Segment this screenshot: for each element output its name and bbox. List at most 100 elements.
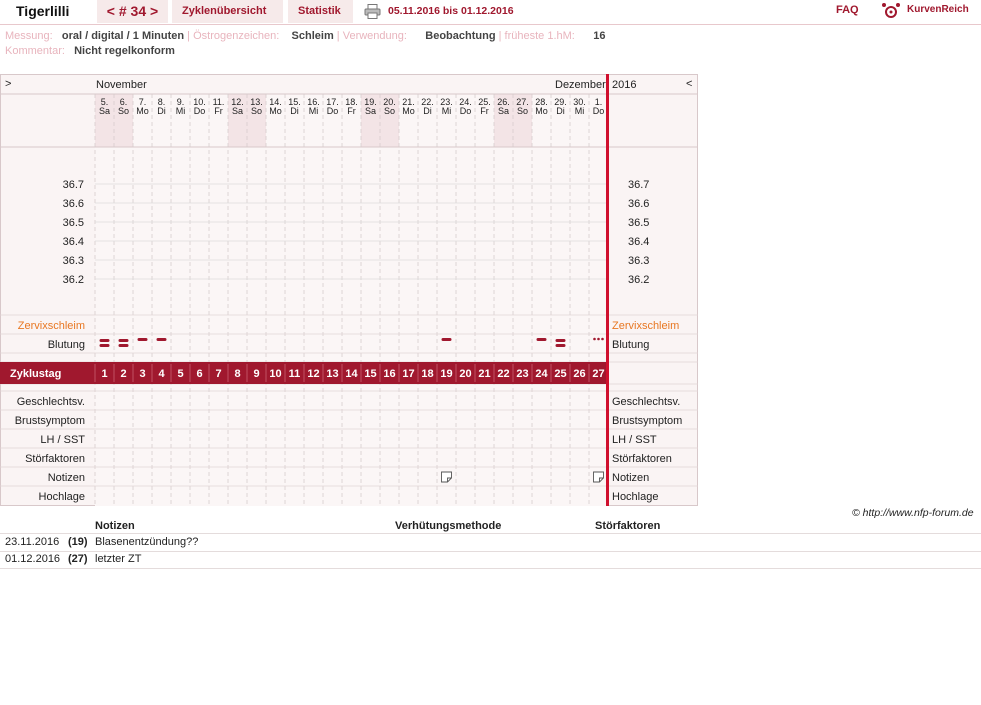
row-label-blutung-left: Blutung	[48, 339, 85, 351]
tab-statistik[interactable]: Statistik	[288, 0, 353, 23]
note-cycle-day: (19)	[68, 536, 88, 548]
weekday-label: Sa	[498, 106, 509, 116]
cycle-day-number: 12	[307, 368, 319, 380]
row-label-zervix-left: Zervixschleim	[18, 320, 85, 332]
weekday-label: Mo	[535, 106, 548, 116]
weekday-label: So	[251, 106, 262, 116]
row-label-blutung-right: Blutung	[612, 339, 649, 351]
weekday-label: Di	[157, 106, 166, 116]
note-cycle-day: (27)	[68, 553, 88, 565]
messung-label: Messung:	[5, 30, 53, 42]
temp-tick-right: 36.5	[628, 217, 649, 229]
bleeding-mark	[99, 344, 110, 347]
note-text: Blasenentzündung??	[95, 536, 199, 548]
faq-link[interactable]: FAQ	[836, 4, 859, 16]
temp-tick-left: 36.3	[63, 255, 84, 267]
cycle-day-number: 7	[215, 368, 221, 380]
cycle-day-number: 1	[101, 368, 107, 380]
kurvenreich-logo-icon	[882, 3, 900, 18]
cycle-day-number: 27	[592, 368, 604, 380]
bleeding-mark	[118, 344, 129, 347]
row-label-right: Störfaktoren	[612, 453, 672, 465]
cycle-day-number: 8	[234, 368, 240, 380]
chart-plot-area	[95, 94, 608, 506]
current-day-marker	[606, 74, 609, 506]
weekday-label: Do	[327, 106, 339, 116]
bleeding-mark	[555, 339, 566, 342]
row-label-zervix-right: Zervixschleim	[612, 320, 679, 332]
weekday-label: Mi	[575, 106, 585, 116]
weekday-label: Mi	[442, 106, 452, 116]
row-label-right: Brustsymptom	[612, 415, 682, 427]
oestrogen-label: Östrogenzeichen:	[193, 30, 280, 42]
row-label-right: LH / SST	[612, 434, 657, 446]
weekday-label: So	[118, 106, 129, 116]
cycle-day-number: 3	[139, 368, 145, 380]
weekday-label: Do	[460, 106, 472, 116]
top-bar: Tigerlilli < # 34 > Zyklenübersicht Stat…	[0, 0, 981, 25]
cycle-day-number: 4	[158, 368, 165, 380]
temp-tick-left: 36.7	[63, 179, 84, 191]
weekday-label: Mo	[402, 106, 415, 116]
cycle-navigator[interactable]: < # 34 >	[97, 0, 168, 23]
notes-header-notizen: Notizen	[95, 520, 135, 532]
notes-header-stoerfaktoren: Störfaktoren	[595, 520, 661, 532]
cycle-day-number: 13	[326, 368, 338, 380]
tab-zyklenuebersicht[interactable]: Zyklenübersicht	[172, 0, 283, 23]
messung-value: oral / digital / 1 Minuten	[61, 30, 185, 42]
bleeding-mark	[555, 344, 566, 347]
month-label-dezember: Dezember	[555, 79, 606, 91]
row-label-left: Störfaktoren	[25, 453, 85, 465]
temp-tick-left: 36.6	[63, 198, 84, 210]
row-label-left: LH / SST	[40, 434, 85, 446]
note-text: letzter ZT	[95, 553, 142, 565]
weekday-label: Mo	[269, 106, 282, 116]
oestrogen-value: Schleim	[291, 30, 334, 42]
row-label-left: Brustsymptom	[15, 415, 85, 427]
row-label-right: Geschlechtsv.	[612, 396, 680, 408]
temp-tick-right: 36.2	[628, 274, 649, 286]
cycle-day-number: 18	[421, 368, 433, 380]
row-label-left: Geschlechtsv.	[17, 396, 85, 408]
cycle-day-number: 5	[177, 368, 183, 380]
note-date: 23.11.2016	[5, 536, 60, 548]
year-label: 2016	[612, 79, 636, 91]
bleeding-mark	[118, 339, 129, 342]
printer-icon[interactable]	[364, 4, 382, 19]
cycle-day-number: 23	[516, 368, 528, 380]
weekday-label: Sa	[99, 106, 110, 116]
row-label-zyklustag: Zyklustag	[10, 368, 61, 380]
temp-tick-left: 36.4	[63, 236, 84, 248]
note-row: 23.11.2016 (19) Blasenentzündung??	[0, 534, 981, 552]
weekday-label: Fr	[347, 106, 356, 116]
temp-tick-left: 36.2	[63, 274, 84, 286]
cycle-day-number: 19	[440, 368, 452, 380]
cycle-day-number: 11	[289, 368, 301, 380]
temp-tick-right: 36.6	[628, 198, 649, 210]
meta-line-1: Messung: oral / digital / 1 Minuten | Ös…	[5, 30, 606, 42]
chart-next-button: <	[686, 78, 692, 90]
verwendung-value: Beobachtung	[425, 30, 496, 42]
weekday-label: Di	[290, 106, 299, 116]
cycle-day-number: 10	[269, 368, 281, 380]
brand-name[interactable]: KurvenReich	[907, 4, 969, 15]
weekday-label: Mo	[136, 106, 149, 116]
weekday-label: Di	[556, 106, 565, 116]
cycle-day-number: 21	[478, 368, 490, 380]
weekday-label: So	[517, 106, 528, 116]
cycle-day-number: 17	[402, 368, 414, 380]
weekday-label: Sa	[365, 106, 376, 116]
cycle-day-number: 15	[364, 368, 376, 380]
cycle-day-number: 9	[253, 368, 259, 380]
notes-header-verhuetung: Verhütungsmethode	[395, 520, 502, 532]
cycle-day-number: 2	[120, 368, 126, 380]
cycle-day-number: 22	[497, 368, 509, 380]
weekday-label: Fr	[480, 106, 489, 116]
cycle-day-number: 20	[459, 368, 471, 380]
weekday-label: Do	[593, 106, 605, 116]
hm-label: früheste 1.hM:	[504, 30, 575, 42]
user-name: Tigerlilli	[16, 3, 70, 19]
bleeding-spot-mark	[593, 337, 596, 341]
row-label-right: Notizen	[612, 472, 649, 484]
weekday-label: Do	[194, 106, 206, 116]
